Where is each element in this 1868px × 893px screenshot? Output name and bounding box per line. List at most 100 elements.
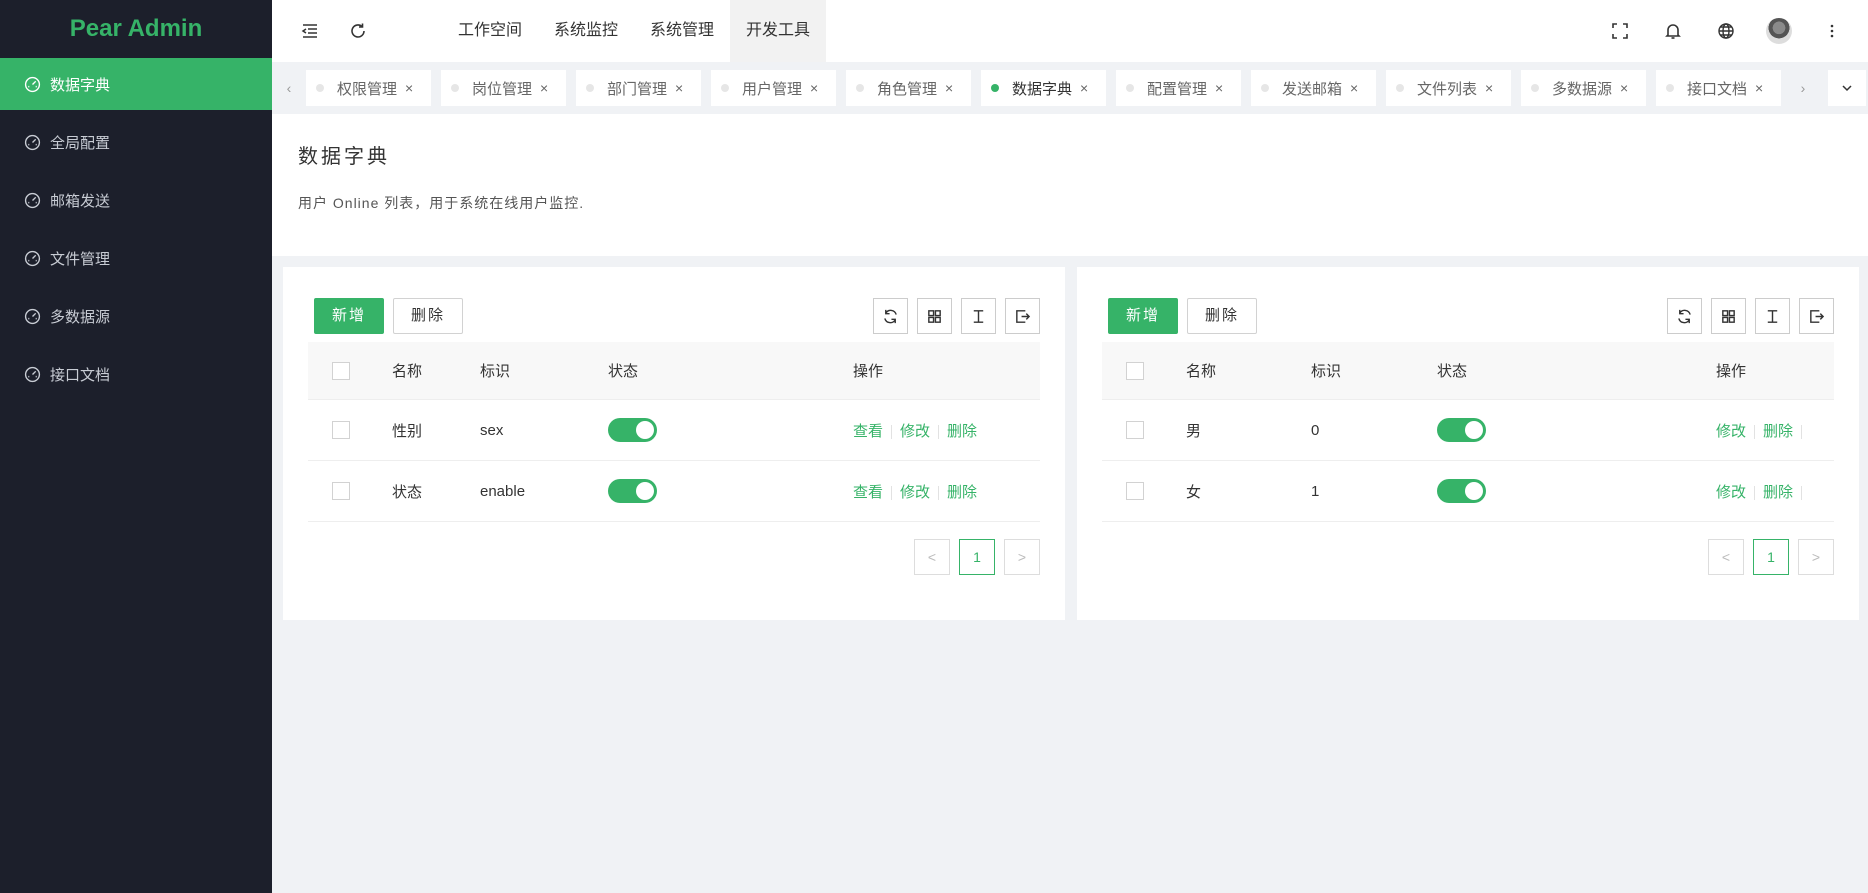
delete-button[interactable]: 删除 xyxy=(393,298,463,334)
refresh-icon[interactable] xyxy=(334,0,382,62)
sidebar-item-data-dictionary[interactable]: 数据字典 xyxy=(0,58,272,110)
export-icon[interactable] xyxy=(1005,298,1040,334)
sidebar-item-label: 全局配置 xyxy=(50,134,111,152)
tab-user[interactable]: 用户管理 × xyxy=(711,70,836,106)
tab-api-docs[interactable]: 接口文档 × xyxy=(1656,70,1781,106)
sidebar-item-label: 接口文档 xyxy=(50,366,111,384)
prev-page-button[interactable]: < xyxy=(914,539,950,575)
print-icon[interactable] xyxy=(1755,298,1790,334)
refresh-icon[interactable] xyxy=(1667,298,1702,334)
edit-link[interactable]: 修改 xyxy=(1716,484,1746,501)
cell-name: 性别 xyxy=(392,422,423,440)
columns-grid-icon[interactable] xyxy=(917,298,952,334)
row-checkbox[interactable] xyxy=(332,482,350,500)
delete-link[interactable]: 删除 xyxy=(947,423,977,440)
status-toggle[interactable] xyxy=(608,479,657,503)
row-actions: 查看 修改 删除 xyxy=(853,420,977,441)
delete-link[interactable]: 删除 xyxy=(1763,423,1793,440)
row-checkbox[interactable] xyxy=(1126,421,1144,439)
app-logo[interactable]: Pear Admin xyxy=(0,0,272,58)
close-icon[interactable]: × xyxy=(1350,80,1358,96)
page-number-button[interactable]: 1 xyxy=(959,539,995,575)
column-header: 标识 xyxy=(480,363,511,380)
next-page-button[interactable]: > xyxy=(1004,539,1040,575)
close-icon[interactable]: × xyxy=(945,80,953,96)
close-icon[interactable]: × xyxy=(1620,80,1628,96)
nav-system-management[interactable]: 系统管理 xyxy=(634,0,730,62)
status-toggle[interactable] xyxy=(1437,479,1486,503)
tab-data-dictionary[interactable]: 数据字典 × xyxy=(981,70,1106,106)
close-icon[interactable]: × xyxy=(675,80,683,96)
delete-link[interactable]: 删除 xyxy=(947,484,977,501)
close-icon[interactable]: × xyxy=(810,80,818,96)
sidebar-item-mail-send[interactable]: 邮箱发送 xyxy=(0,174,272,226)
menu-fold-icon[interactable] xyxy=(286,0,334,62)
tab-dot xyxy=(1666,84,1674,92)
columns-grid-icon[interactable] xyxy=(1711,298,1746,334)
close-icon[interactable]: × xyxy=(1080,80,1088,96)
tabs-dropdown-icon[interactable] xyxy=(1828,70,1866,106)
add-button[interactable]: 新增 xyxy=(314,298,384,334)
tab-config[interactable]: 配置管理 × xyxy=(1116,70,1241,106)
tab-dot xyxy=(316,84,324,92)
row-checkbox[interactable] xyxy=(1126,482,1144,500)
column-header: 标识 xyxy=(1311,363,1342,380)
tabs-prev-icon[interactable]: ‹ xyxy=(272,62,306,114)
pagination: < 1 > xyxy=(1699,539,1834,575)
delete-button[interactable]: 删除 xyxy=(1187,298,1257,334)
close-icon[interactable]: × xyxy=(405,80,413,96)
tabs-next-icon[interactable]: › xyxy=(1786,62,1820,114)
status-toggle[interactable] xyxy=(1437,418,1486,442)
sidebar-item-label: 数据字典 xyxy=(50,76,111,94)
sidebar-item-file-management[interactable]: 文件管理 xyxy=(0,232,272,284)
view-link[interactable]: 查看 xyxy=(853,484,883,501)
sidebar-item-api-docs[interactable]: 接口文档 xyxy=(0,348,272,400)
tab-role[interactable]: 角色管理 × xyxy=(846,70,971,106)
edit-link[interactable]: 修改 xyxy=(900,484,930,501)
next-page-button[interactable]: > xyxy=(1798,539,1834,575)
edit-link[interactable]: 修改 xyxy=(1716,423,1746,440)
print-icon[interactable] xyxy=(961,298,996,334)
export-icon[interactable] xyxy=(1799,298,1834,334)
tab-dot xyxy=(1531,84,1539,92)
select-all-checkbox[interactable] xyxy=(332,361,350,380)
page-header-card: 数据字典 用户 Online 列表，用于系统在线用户监控. xyxy=(272,114,1868,256)
more-vertical-icon[interactable] xyxy=(1805,0,1858,62)
close-icon[interactable]: × xyxy=(540,80,548,96)
tab-file-list[interactable]: 文件列表 × xyxy=(1386,70,1511,106)
user-avatar-button[interactable] xyxy=(1752,0,1805,62)
tabs-list: 权限管理 × 岗位管理 × 部门管理 × 用户管理 × 角色管理 × 数据字典 × 配置管理… xyxy=(306,62,1786,114)
select-all-checkbox[interactable] xyxy=(1126,361,1144,380)
add-button[interactable]: 新增 xyxy=(1108,298,1178,334)
tab-permission[interactable]: 权限管理 × xyxy=(306,70,431,106)
tab-dot xyxy=(451,84,459,92)
sidebar-item-global-config[interactable]: 全局配置 xyxy=(0,116,272,168)
edit-link[interactable]: 修改 xyxy=(900,423,930,440)
nav-dev-tools[interactable]: 开发工具 xyxy=(730,0,827,62)
prev-page-button[interactable]: < xyxy=(1708,539,1744,575)
bell-icon[interactable] xyxy=(1646,0,1699,62)
nav-workspace[interactable]: 工作空间 xyxy=(442,0,538,62)
tab-department[interactable]: 部门管理 × xyxy=(576,70,701,106)
nav-system-monitor[interactable]: 系统监控 xyxy=(538,0,634,62)
view-link[interactable]: 查看 xyxy=(853,423,883,440)
close-icon[interactable]: × xyxy=(1755,80,1763,96)
tab-position[interactable]: 岗位管理 × xyxy=(441,70,566,106)
tab-multi-datasource[interactable]: 多数据源 × xyxy=(1521,70,1646,106)
globe-icon[interactable] xyxy=(1699,0,1752,62)
gauge-icon xyxy=(24,134,41,151)
refresh-icon[interactable] xyxy=(873,298,908,334)
status-toggle[interactable] xyxy=(608,418,657,442)
fullscreen-icon[interactable] xyxy=(1593,0,1646,62)
close-icon[interactable]: × xyxy=(1485,80,1493,96)
tab-send-mail[interactable]: 发送邮箱 × xyxy=(1251,70,1376,106)
row-checkbox[interactable] xyxy=(332,421,350,439)
tab-dot xyxy=(1396,84,1404,92)
page-number-button[interactable]: 1 xyxy=(1753,539,1789,575)
sidebar-item-multi-datasource[interactable]: 多数据源 xyxy=(0,290,272,342)
sidebar-item-label: 多数据源 xyxy=(50,308,111,326)
table-row: 状态 enable 查看 修改 删除 xyxy=(308,461,1040,522)
delete-link[interactable]: 删除 xyxy=(1763,484,1793,501)
tab-dot xyxy=(1126,84,1134,92)
close-icon[interactable]: × xyxy=(1215,80,1223,96)
